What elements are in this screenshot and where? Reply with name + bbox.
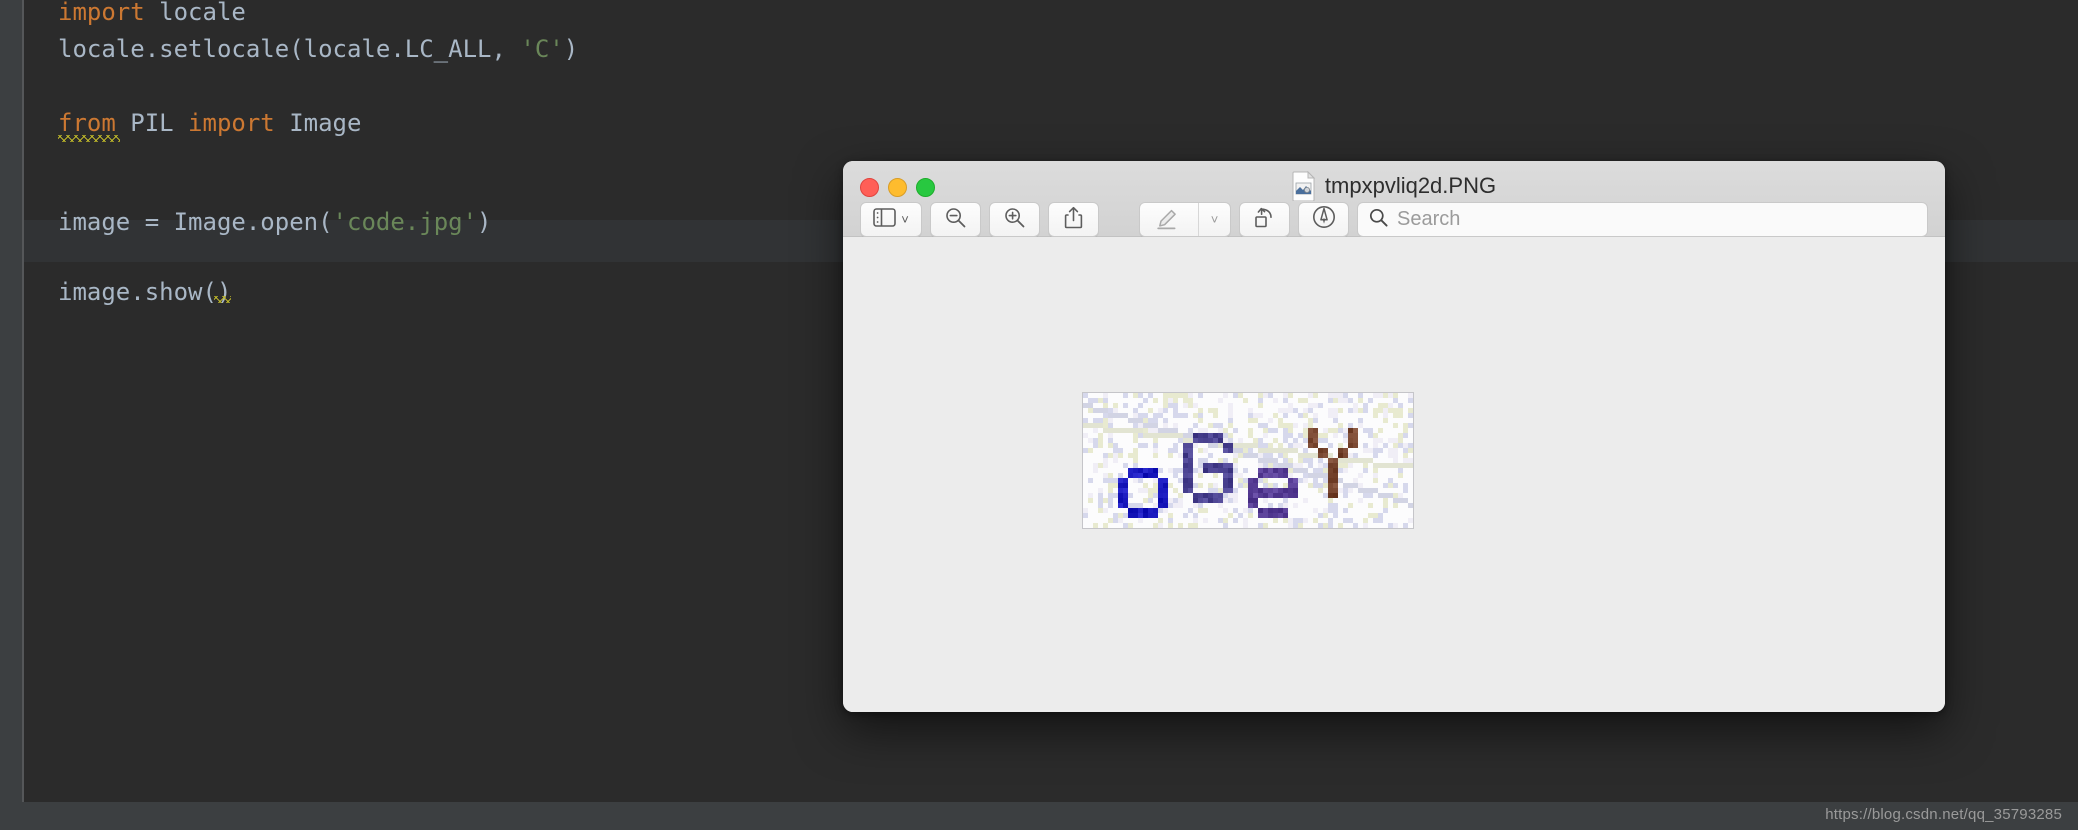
code-line-1: import locale <box>58 0 246 24</box>
markup-chevron-down-icon[interactable]: ˅ <box>1198 203 1230 236</box>
watermark-url: https://blog.csdn.net/qq_35793285 <box>1825 806 2062 823</box>
search-icon <box>1369 208 1388 232</box>
error-squiggle-from <box>58 135 120 142</box>
code-token-plain: PIL <box>115 109 189 137</box>
code-line-8: image.show() <box>58 280 231 304</box>
zoom-out-button[interactable] <box>930 202 981 237</box>
search-input[interactable]: Search <box>1357 202 1928 237</box>
rotate-left-icon <box>1253 206 1276 234</box>
markup-pen-icon <box>1140 203 1193 236</box>
window-titlebar[interactable]: tmpxpvliq2d.PNG ˅ ˅ Search <box>843 161 1945 237</box>
ide-left-tool-strip <box>0 0 22 802</box>
window-traffic-lights <box>860 178 935 197</box>
zoom-in-icon <box>1004 207 1025 233</box>
code-token-keyword: import <box>188 109 275 137</box>
code-token-plain: ) <box>563 35 579 63</box>
markup-button[interactable]: ˅ <box>1139 202 1231 237</box>
search-placeholder: Search <box>1397 208 1461 230</box>
captcha-image[interactable] <box>1083 393 1413 528</box>
zoom-in-button[interactable] <box>989 202 1040 237</box>
window-title: tmpxpvliq2d.PNG <box>1324 173 1497 198</box>
code-token-plain: locale.setlocale(locale.LC_ALL, <box>58 35 506 63</box>
zoom-out-icon <box>945 207 966 233</box>
code-token-keyword: import <box>58 0 145 26</box>
preview-toolbar[interactable]: ˅ ˅ Search <box>860 202 1928 237</box>
chevron-down-icon: ˅ <box>901 212 909 227</box>
code-token-keyword: from <box>58 109 116 137</box>
code-token-string: 'C' <box>520 35 564 63</box>
maximize-icon[interactable] <box>916 178 935 197</box>
minimize-icon[interactable] <box>888 178 907 197</box>
window-title-group: tmpxpvliq2d.PNG <box>843 170 1945 202</box>
ide-status-bar <box>0 802 2078 830</box>
code-token-plain: image.show() <box>58 278 232 306</box>
error-squiggle-show <box>214 296 231 303</box>
code-token-plain: image = Image.open( <box>58 208 333 236</box>
code-token-string: 'code.jpg' <box>332 208 478 236</box>
sidebar-toggle-button[interactable]: ˅ <box>860 202 922 237</box>
sidebar-icon <box>873 207 897 232</box>
code-line-4: from PIL import Image <box>58 111 361 135</box>
code-token-plain: ) <box>477 208 492 236</box>
rotate-left-button[interactable] <box>1239 202 1290 237</box>
close-icon[interactable] <box>860 178 879 197</box>
share-icon <box>1064 206 1083 234</box>
code-line-2: locale.setlocale(locale.LC_ALL, 'C') <box>58 37 578 61</box>
share-button[interactable] <box>1048 202 1099 237</box>
code-line-6: image = Image.open('code.jpg') <box>58 210 492 234</box>
preview-content-area[interactable] <box>843 237 1945 712</box>
code-token-plain: Image <box>274 109 362 137</box>
code-token-plain: locale <box>144 0 246 26</box>
annotate-pen-circle-icon <box>1312 205 1336 234</box>
show-markup-toolbar-button[interactable] <box>1298 202 1349 237</box>
preview-app-window[interactable]: tmpxpvliq2d.PNG ˅ ˅ Search <box>843 161 1945 712</box>
png-document-icon <box>1292 170 1316 202</box>
